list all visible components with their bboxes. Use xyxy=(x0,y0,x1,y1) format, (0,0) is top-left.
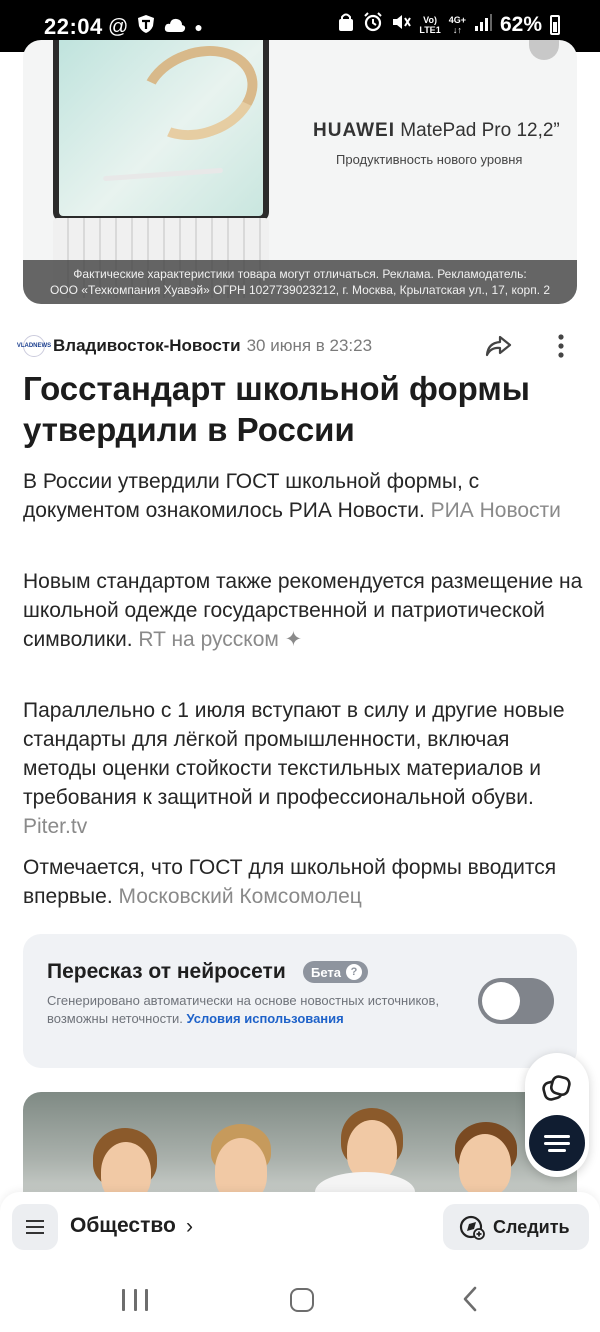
article-paragraph: Новым стандартом также рекомендуется раз… xyxy=(23,570,583,651)
related-stories-button[interactable] xyxy=(539,1071,575,1107)
home-button[interactable] xyxy=(290,1288,314,1312)
mute-icon xyxy=(391,12,412,37)
ai-summary-description: Сгенерировано автоматически на основе но… xyxy=(47,993,440,1026)
paragraph-source-link[interactable]: RT на русском ✦ xyxy=(138,628,302,651)
battery-percent: 62% xyxy=(499,12,542,36)
chevron-right-icon[interactable]: › xyxy=(186,1215,193,1239)
article-date: 30 июня в 23:23 xyxy=(246,336,373,355)
network-type-indicator: 4G+ ↓↑ xyxy=(448,14,466,35)
dot-icon: ● xyxy=(194,19,203,35)
article-paragraph: Параллельно с 1 июля вступают в силу и д… xyxy=(23,699,565,838)
cloud-icon xyxy=(164,16,186,39)
article-paragraph: В России утвердили ГОСТ школьной формы, … xyxy=(23,470,561,522)
back-button[interactable] xyxy=(462,1286,478,1317)
recent-apps-button[interactable] xyxy=(122,1289,148,1311)
back-icon xyxy=(463,1286,477,1312)
battery-icon xyxy=(550,14,560,35)
source-name[interactable]: Владивосток-Новости xyxy=(53,336,241,356)
help-icon: ? xyxy=(346,964,362,980)
floating-actions xyxy=(525,1053,589,1177)
follow-button[interactable]: Следить xyxy=(443,1204,589,1250)
at-icon: @ xyxy=(108,15,129,38)
ad-banner[interactable]: HUAWEI MatePad Pro 12,2” Продуктивность … xyxy=(23,40,577,304)
compass-plus-icon xyxy=(459,1215,485,1240)
article-source-row: VLADNEWS Владивосток-Новости 30 июня в 2… xyxy=(17,331,583,361)
more-options-button[interactable] xyxy=(551,333,571,359)
more-vertical-icon xyxy=(558,334,564,358)
ai-summary-card: Пересказ от нейросети Бета ? Сгенерирова… xyxy=(23,934,577,1068)
share-icon xyxy=(485,335,512,357)
article-headline: Госстандарт школьной формы утвердили в Р… xyxy=(23,370,530,448)
tablet-image xyxy=(53,40,271,222)
paragraph-source-link[interactable]: Московский Комсомолец xyxy=(119,885,362,908)
source-logo[interactable]: VLADNEWS xyxy=(17,335,51,357)
stack-icon xyxy=(542,1075,571,1101)
ad-disclaimer: Фактические характеристики товара могут … xyxy=(23,260,577,304)
rubric-link[interactable]: Общество xyxy=(70,1214,176,1238)
ad-product-title: HUAWEI MatePad Pro 12,2” xyxy=(313,120,560,141)
share-button[interactable] xyxy=(483,331,513,361)
ai-summary-toggle[interactable] xyxy=(478,978,554,1024)
ad-tagline: Продуктивность нового уровня xyxy=(336,152,523,167)
status-time: 22:04 xyxy=(44,14,103,39)
paragraph-source-link[interactable]: РИА Новости xyxy=(431,499,561,522)
toggle-knob xyxy=(482,982,520,1020)
menu-button[interactable] xyxy=(12,1204,58,1250)
paragraph-source-link[interactable]: Piter.tv xyxy=(23,815,87,838)
signal-icon xyxy=(474,13,492,36)
ad-close-button[interactable] xyxy=(529,40,559,60)
volte-indicator: Vo) LTE1 xyxy=(419,14,441,35)
article-paragraph: Отмечается, что ГОСТ для школьной формы … xyxy=(23,856,557,908)
article-photo[interactable] xyxy=(23,1092,577,1202)
terms-link[interactable]: Условия использования xyxy=(187,1011,344,1026)
system-nav-bar xyxy=(0,1264,600,1332)
alarm-icon xyxy=(363,12,383,37)
beta-badge[interactable]: Бета ? xyxy=(303,961,368,983)
shield-t-icon xyxy=(136,14,156,40)
bottom-bar: Общество › Следить xyxy=(0,1192,600,1264)
summary-button[interactable] xyxy=(529,1115,585,1171)
ai-summary-title: Пересказ от нейросети xyxy=(47,960,286,983)
lock-app-icon xyxy=(337,12,355,37)
